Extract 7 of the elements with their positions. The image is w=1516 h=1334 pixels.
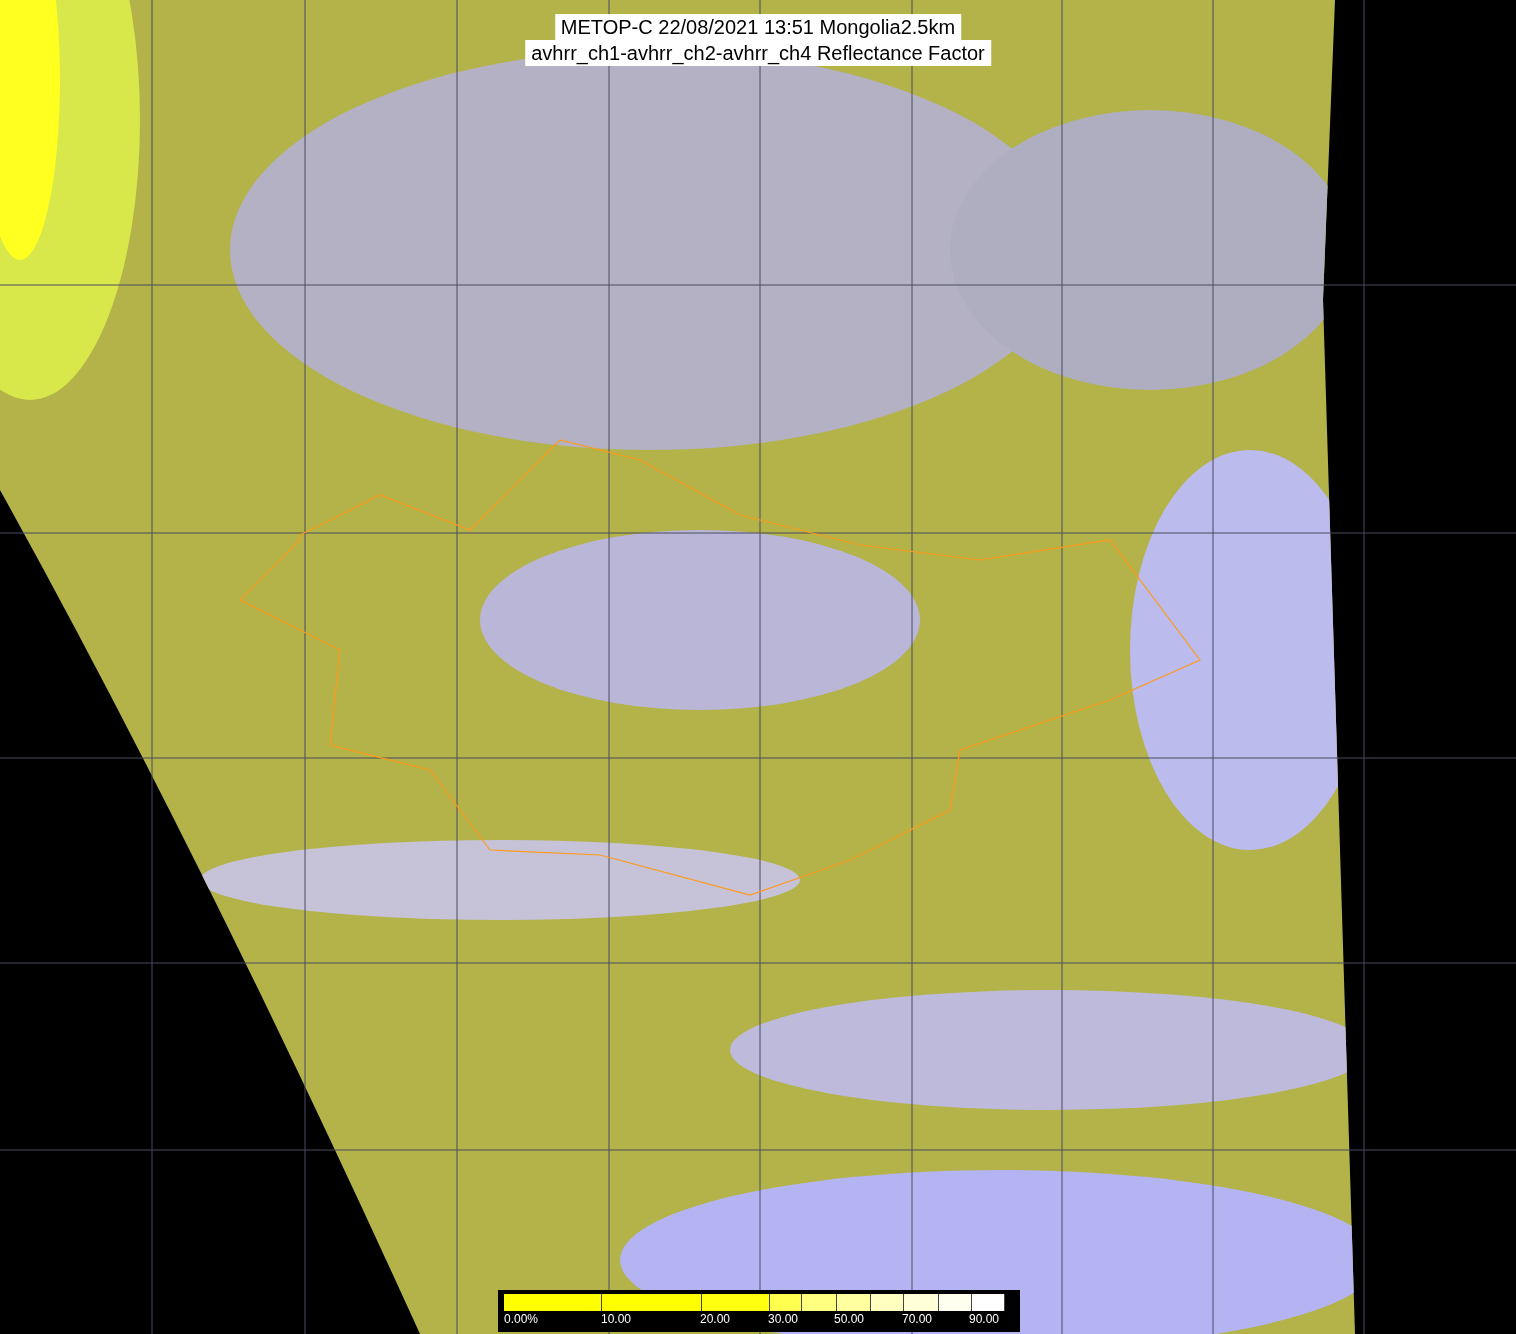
scale-label: 70.00 (902, 1311, 933, 1327)
scale-label: 50.00 (834, 1311, 865, 1327)
scale-label: 20.00 (700, 1311, 731, 1327)
scale-label: 90.00 (969, 1311, 1000, 1327)
scale-label: 30.00 (768, 1311, 799, 1327)
scale-label: 0.00% (504, 1311, 539, 1327)
scale-label: 10.00 (601, 1311, 632, 1327)
